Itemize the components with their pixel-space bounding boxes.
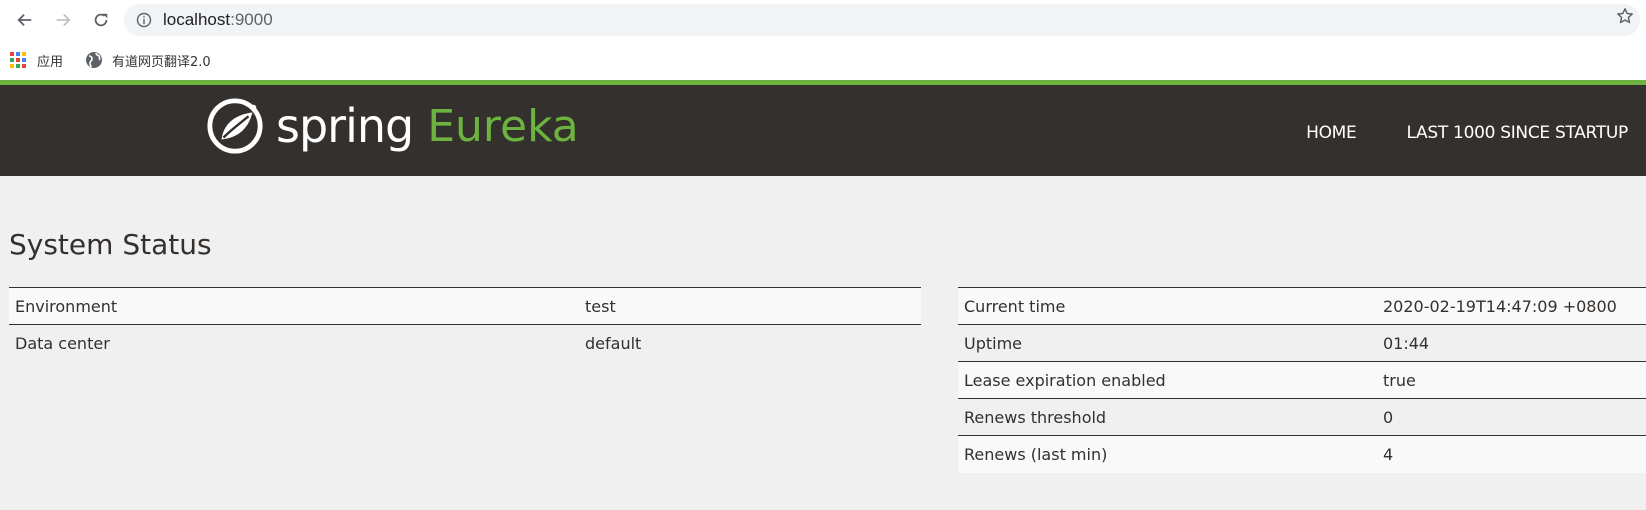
globe-icon xyxy=(86,52,103,68)
status-key: Current time xyxy=(958,287,1377,325)
address-bar[interactable]: localhost:9000 xyxy=(124,4,1640,36)
arrow-right-icon xyxy=(56,13,71,27)
page-title: System Status xyxy=(9,228,212,261)
table-row: Environment test xyxy=(9,287,921,325)
apps-grid-icon xyxy=(10,52,26,68)
table-row: Renews (last min) 4 xyxy=(958,435,1646,473)
status-key: Renews (last min) xyxy=(958,435,1377,473)
system-status-table-left: Environment test Data center default xyxy=(9,287,921,362)
nav-last-1000-link[interactable]: LAST 1000 SINCE STARTUP xyxy=(1406,123,1628,143)
status-key: Renews threshold xyxy=(958,398,1377,436)
table-row: Data center default xyxy=(9,324,921,362)
status-value: default xyxy=(579,324,921,362)
back-button[interactable] xyxy=(8,3,42,37)
system-status-table-right: Current time 2020-02-19T14:47:09 +0800 U… xyxy=(958,287,1646,473)
logo-eureka-text: Eureka xyxy=(427,100,579,152)
url-port: :9000 xyxy=(230,10,273,29)
bookmark-apps[interactable]: 应用 xyxy=(10,51,63,70)
status-value: 01:44 xyxy=(1377,324,1646,362)
bookmark-youdao[interactable]: 有道网页翻译2.0 xyxy=(85,51,211,70)
status-key: Lease expiration enabled xyxy=(958,361,1377,399)
info-icon[interactable] xyxy=(136,12,152,28)
status-key: Data center xyxy=(9,324,579,362)
forward-button[interactable] xyxy=(46,3,80,37)
status-value: 0 xyxy=(1377,398,1646,436)
top-nav: HOME LAST 1000 SINCE STARTUP xyxy=(1256,123,1628,143)
eureka-navbar: spring Eureka HOME LAST 1000 SINCE START… xyxy=(0,80,1646,176)
bookmarks-bar: 应用 有道网页翻译2.0 xyxy=(0,40,1646,80)
bookmark-star-icon[interactable] xyxy=(1616,7,1634,25)
table-row: Current time 2020-02-19T14:47:09 +0800 xyxy=(958,287,1646,325)
browser-toolbar: localhost:9000 xyxy=(0,0,1646,40)
status-value: test xyxy=(579,287,921,325)
bookmark-label: 应用 xyxy=(37,54,64,70)
status-value: true xyxy=(1377,361,1646,399)
status-key: Environment xyxy=(9,287,579,325)
logo-spring-text: spring xyxy=(276,99,414,153)
spring-eureka-logo[interactable]: spring Eureka xyxy=(206,97,579,155)
status-value: 2020-02-19T14:47:09 +0800 xyxy=(1377,287,1646,325)
spring-leaf-icon xyxy=(207,98,263,154)
arrow-left-icon xyxy=(17,13,32,27)
url-host: localhost xyxy=(163,10,231,29)
reload-icon xyxy=(94,13,108,27)
table-row: Lease expiration enabled true xyxy=(958,361,1646,399)
nav-home-link[interactable]: HOME xyxy=(1306,123,1357,143)
reload-button[interactable] xyxy=(84,3,118,37)
table-row: Uptime 01:44 xyxy=(958,324,1646,362)
bookmark-label: 有道网页翻译2.0 xyxy=(112,54,211,70)
status-key: Uptime xyxy=(958,324,1377,362)
table-row: Renews threshold 0 xyxy=(958,398,1646,436)
status-value: 4 xyxy=(1377,435,1646,473)
